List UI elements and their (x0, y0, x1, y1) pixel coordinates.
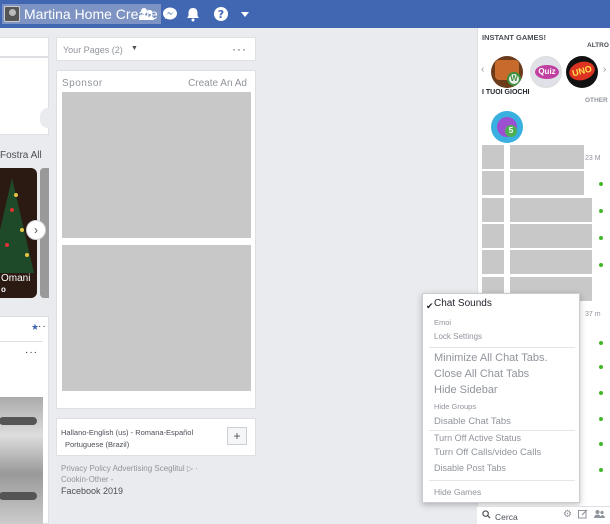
avatar (4, 6, 20, 22)
online-indicator (599, 391, 603, 395)
chat-search-bar: Cerca ⚙ (477, 506, 610, 524)
uno-game-icon[interactable]: UNO (566, 56, 598, 88)
contact-last-active: 37 m (585, 311, 601, 318)
profile-button[interactable]: Martina Home Create (2, 4, 161, 24)
online-indicator (599, 365, 603, 369)
words-game-icon[interactable]: W (491, 56, 523, 88)
online-indicator (599, 263, 603, 267)
help-icon[interactable]: ? (213, 6, 229, 22)
online-indicator (599, 182, 603, 186)
account-menu-icon[interactable] (237, 6, 253, 22)
contact-avatar[interactable] (482, 198, 504, 222)
language-selector: Hallano-English (us) - Romana-Español Po… (56, 418, 256, 456)
photo-caption-secondary: o (1, 285, 6, 294)
online-indicator (599, 209, 603, 213)
caret-down-icon[interactable]: ▼ (131, 45, 138, 52)
photo-caption: Omani (1, 273, 31, 284)
contact-avatar[interactable] (482, 250, 504, 274)
contact-last-active: 23 M (585, 155, 601, 162)
your-pages-label: Your Pages (2) (63, 45, 123, 55)
menu-item-hide-groups[interactable]: Hide Groups (434, 402, 476, 411)
menu-item-turn-off-active-status[interactable]: Turn Off Active Status (434, 433, 521, 443)
post-options-icon[interactable]: ·· (38, 321, 47, 332)
menu-item-minimize-all[interactable]: Minimize All Chat Tabs. (434, 352, 548, 364)
new-group-icon[interactable] (594, 509, 605, 522)
left-post-card: ★ ·· ··· (0, 316, 49, 524)
contact-avatar[interactable] (482, 171, 504, 195)
contact-name[interactable] (510, 171, 584, 195)
menu-item-emoji[interactable]: Emoi (434, 318, 451, 327)
menu-item-lock-settings[interactable]: Lock Settings (434, 332, 482, 341)
menu-item-hide-sidebar[interactable]: Hide Sidebar (434, 384, 498, 396)
footer-links-more[interactable]: Cookin-Other - (61, 475, 113, 484)
show-all-link[interactable]: Fostra All (0, 150, 42, 161)
other-games-label[interactable]: OTHER (585, 97, 608, 104)
online-indicator (599, 341, 603, 345)
post-image[interactable] (0, 397, 43, 524)
search-icon (482, 510, 491, 521)
new-message-icon[interactable] (578, 509, 588, 522)
quiz-game-icon[interactable]: Quiz (530, 56, 562, 88)
sponsored-panel: Sponsor Create An Ad (56, 70, 256, 409)
gear-icon[interactable]: ⚙ (563, 509, 572, 520)
menu-item-hide-games[interactable]: Hide Games (434, 487, 481, 497)
contact-name[interactable] (510, 250, 592, 274)
footer-links[interactable]: Privacy Policy Advertising Sceglitul ▷ · (61, 464, 198, 473)
menu-item-turn-off-calls[interactable]: Turn Off Calls/video Calls (434, 447, 541, 458)
instant-games-title: INSTANT GAMES! (482, 33, 547, 42)
contact-name[interactable] (510, 198, 592, 222)
ad-image-2[interactable] (62, 245, 251, 391)
carousel-next-button[interactable]: › (26, 220, 46, 240)
pages-more-icon[interactable]: ··· (232, 42, 247, 56)
menu-item-disable-chat-tabs[interactable]: Disable Chat Tabs (434, 416, 511, 427)
contact-avatar[interactable] (482, 145, 504, 169)
contact-avatar[interactable] (482, 224, 504, 248)
menu-item-close-all[interactable]: Close All Chat Tabs (434, 368, 529, 380)
instant-games-more-link[interactable]: ALTRO (587, 42, 609, 49)
online-indicator (599, 236, 603, 240)
language-options[interactable]: Hallano-English (us) - Romana-Español (61, 428, 193, 437)
svg-text:?: ? (218, 8, 224, 21)
chevron-right-icon[interactable]: › (603, 64, 606, 75)
copyright: Facebook 2019 (61, 486, 124, 496)
create-ad-link[interactable]: Create An Ad (188, 78, 247, 89)
chevron-left-icon[interactable]: ‹ (481, 64, 484, 75)
bubble-game-icon[interactable]: 5 (491, 111, 523, 143)
left-feed-card (0, 57, 56, 135)
sponsored-label: Sponsor (62, 78, 103, 89)
online-indicator (599, 442, 603, 446)
comment-options-icon[interactable]: ··· (25, 347, 38, 358)
left-header-card (0, 37, 49, 57)
chat-search-input[interactable]: Cerca (495, 512, 518, 522)
ad-image-1[interactable] (62, 92, 251, 238)
menu-item-disable-post-tabs[interactable]: Disable Post Tabs (434, 463, 506, 473)
top-navigation-bar: Martina Home Create ? (0, 0, 610, 28)
contact-name[interactable] (510, 224, 592, 248)
add-language-button[interactable]: + (227, 427, 247, 445)
your-pages-header[interactable]: Your Pages (2) ▼ ··· (56, 37, 256, 61)
messenger-icon[interactable] (162, 6, 178, 22)
notifications-icon[interactable] (185, 6, 201, 22)
menu-item-chat-sounds[interactable]: Chat Sounds (434, 298, 492, 309)
online-indicator (599, 417, 603, 421)
language-option-portuguese[interactable]: Portuguese (Brazil) (65, 440, 129, 449)
my-games-label: I TUOI GIOCHI (482, 89, 530, 96)
chevron-right-icon: › (34, 223, 38, 237)
chat-settings-menu: ✔ Chat Sounds Emoi Lock Settings Minimiz… (422, 293, 580, 503)
online-indicator (599, 468, 603, 472)
checkmark-icon: ✔ (426, 301, 434, 311)
contact-name[interactable] (510, 145, 584, 169)
friend-requests-icon[interactable] (138, 6, 154, 22)
